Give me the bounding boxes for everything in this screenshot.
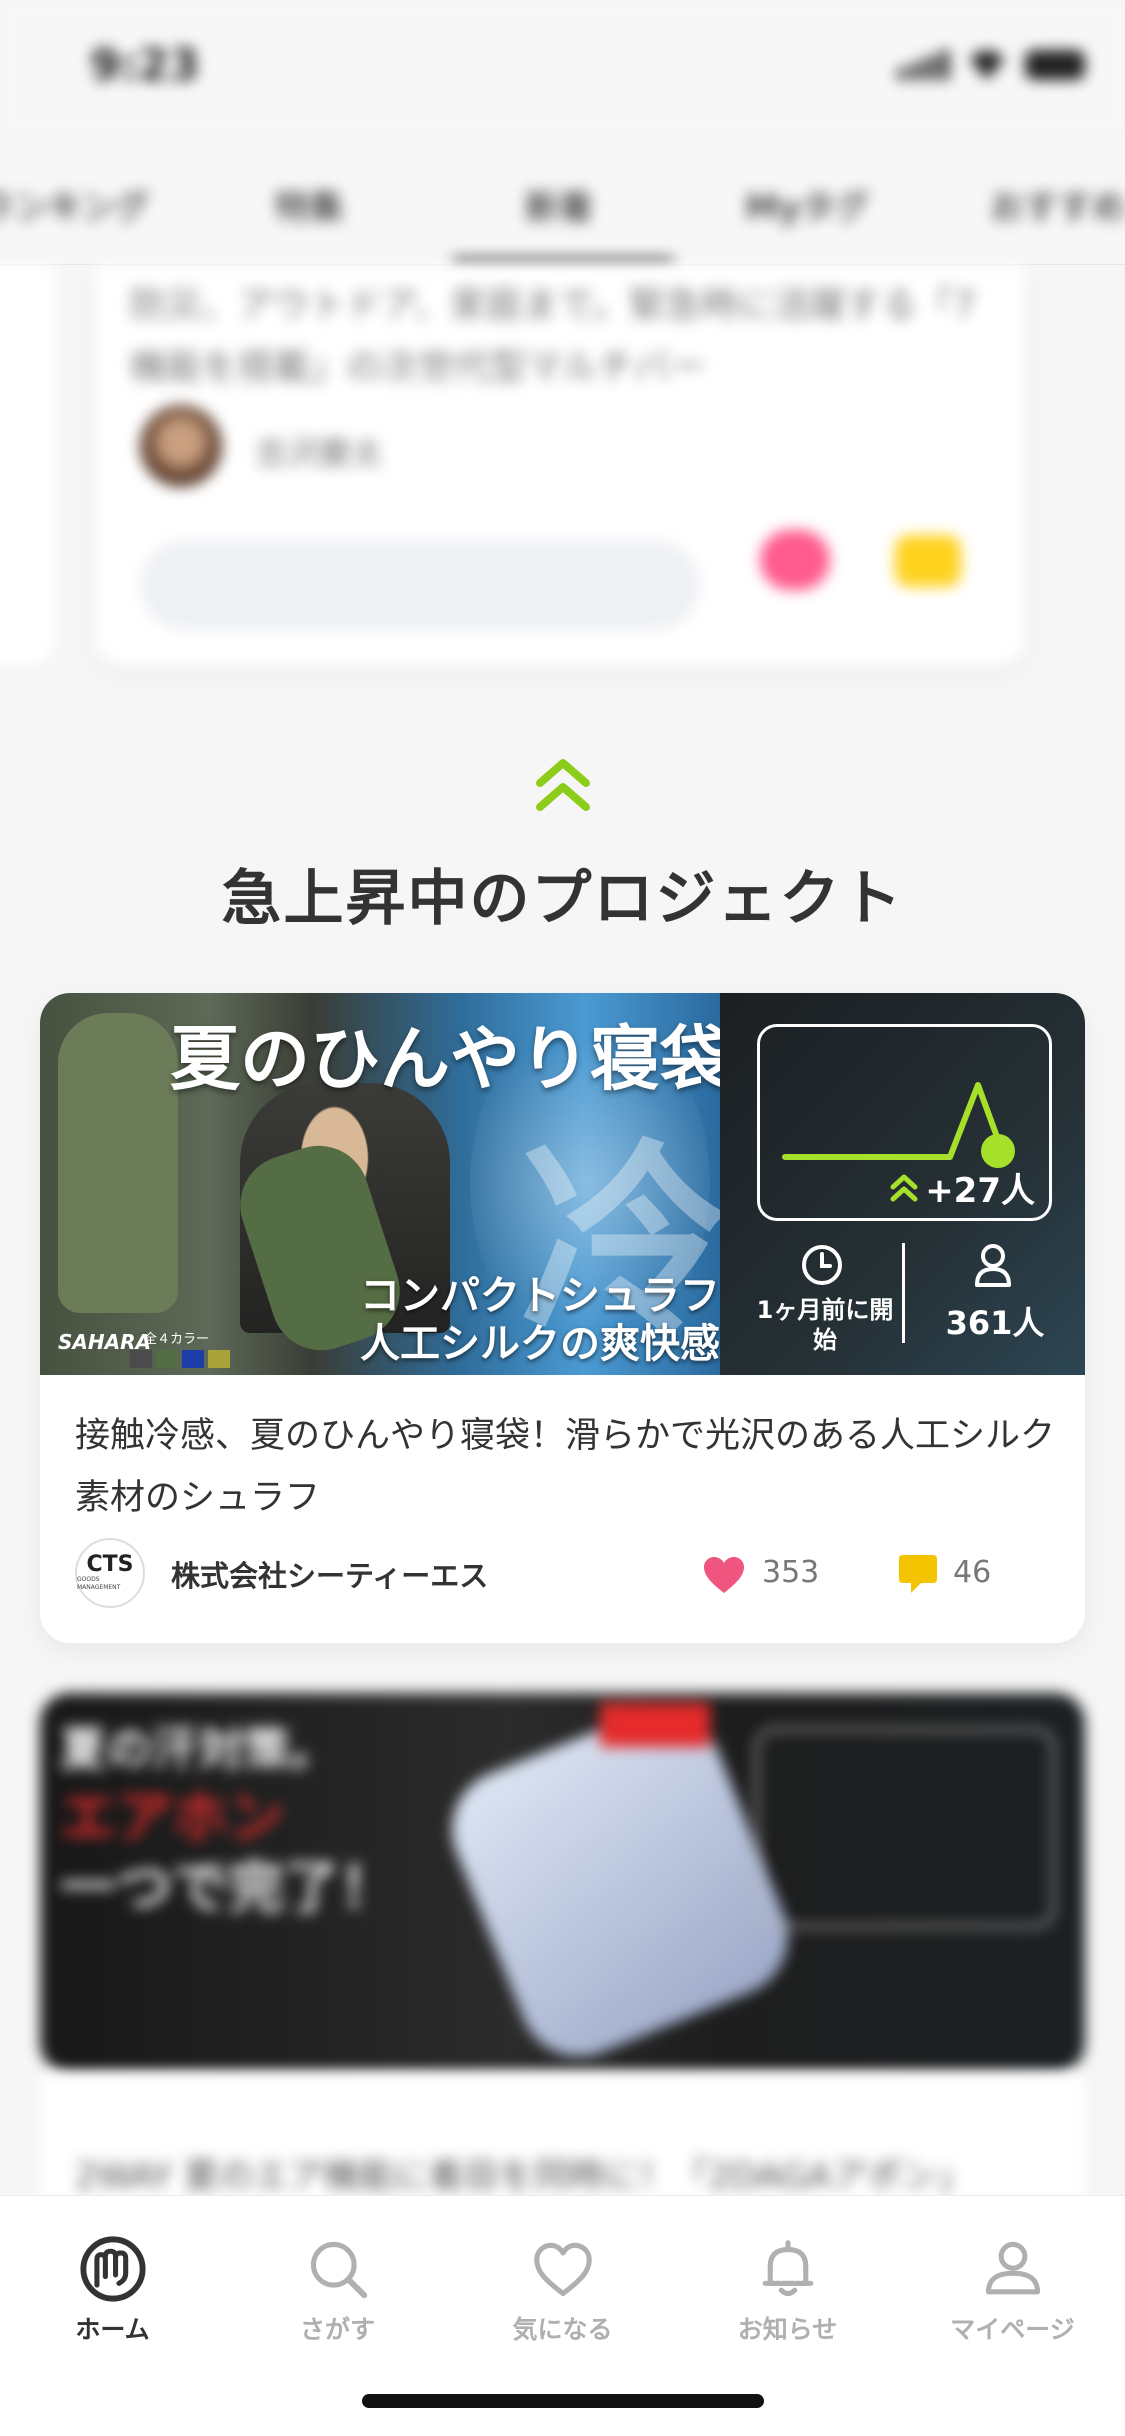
double-chevron-up-icon (536, 759, 590, 811)
tab-mytag[interactable]: Myタグ (745, 180, 869, 229)
user-icon (975, 1244, 1011, 1287)
side-card-left[interactable] (0, 265, 55, 665)
second-image-badge (600, 1703, 710, 1747)
second-trend-graph (755, 1728, 1055, 1928)
project-card[interactable]: 冷 夏のひんやり寝袋 コンパクトシュラフ 人工シルクの爽快感！ SAHARA 全… (40, 993, 1085, 1643)
image-colors-label: 全４カラー (144, 1332, 210, 1347)
search-icon (310, 2241, 367, 2299)
company-logo-sub: GOODS MANAGEMENT (77, 1576, 121, 1591)
nav-label: ホーム (75, 2315, 150, 2344)
nav-label: 気になる (512, 2315, 613, 2344)
company-logo-text: CTS (86, 1552, 134, 1577)
top-card-description: 防災、アウトドア、家庭まで。緊急時に活躍する「7機能を搭載」の次世代型マルチバー (130, 285, 976, 388)
top-project-card[interactable]: 防災、アウトドア、家庭まで。緊急時に活躍する「7機能を搭載」の次世代型マルチバー… (95, 265, 1025, 665)
wifi-icon (967, 50, 1007, 80)
tab-ranking[interactable]: ランキング (0, 180, 149, 229)
gain-label: +27人 (889, 1163, 1035, 1212)
top-card-author: 吉沢慶太 (255, 434, 384, 472)
tab-recommended[interactable]: おすすめ (990, 180, 1125, 229)
gain-value: +27人 (925, 1171, 1035, 1211)
tab-feature[interactable]: 特集 (275, 180, 343, 229)
tab-new[interactable]: 新着 (525, 180, 593, 229)
stats-panel: +27人 1ヶ月前に開始 361人 (720, 993, 1085, 1375)
user-icon (985, 2241, 1040, 2295)
clock-icon (802, 1245, 842, 1285)
top-card-stats-pill (140, 540, 700, 630)
swatch (156, 1350, 178, 1368)
heart-icon (533, 2242, 592, 2297)
nav-favorites[interactable]: 気になる (450, 2196, 675, 2346)
second-card-lower[interactable]: 2WAY 夏のエア機能に着目を同時に！「2DAGAアポン」 (40, 2073, 1085, 2203)
second-image-text-2: エアホン (60, 1786, 284, 1851)
second-card-description: 2WAY 夏のエア機能に着目を同時に！「2DAGAアポン」 (75, 2157, 972, 2197)
status-bar: 9:23 (0, 0, 1125, 135)
home-logo-icon (79, 2236, 146, 2302)
nav-home[interactable]: ホーム (0, 2196, 225, 2346)
status-icons (898, 50, 1085, 80)
home-indicator[interactable] (362, 2394, 764, 2408)
supporters-count: 361人 (945, 1304, 1045, 1342)
product-photo (434, 1693, 806, 2073)
comment-icon[interactable] (897, 1553, 939, 1595)
category-tabs: ランキング 特集 新着 Myタグ おすすめ (0, 135, 1125, 265)
started-label: 1ヶ月前に開始 (756, 1296, 894, 1354)
stat-divider (902, 1243, 905, 1343)
project-description[interactable]: 接触冷感、夏のひんやり寝袋！滑らかで光沢のある人工シルク素材のシュラフ (75, 1405, 1055, 1529)
nav-label: お知らせ (737, 2315, 838, 2344)
comment-count: 46 (953, 1555, 992, 1590)
nav-search[interactable]: さがす (225, 2196, 450, 2346)
swatch (182, 1350, 204, 1368)
active-tab-underline (452, 257, 674, 265)
project-image[interactable]: 冷 夏のひんやり寝袋 コンパクトシュラフ 人工シルクの爽快感！ SAHARA 全… (40, 993, 720, 1375)
company-logo[interactable]: CTS GOODS MANAGEMENT (75, 1538, 145, 1608)
nav-notifications[interactable]: お知らせ (675, 2196, 900, 2346)
swatch (130, 1350, 152, 1368)
sleeping-bag-photo (58, 1013, 178, 1313)
second-image-text-3: 一つで完了！ (60, 1856, 396, 1921)
second-image-text-1: 夏の汗対策。 (60, 1722, 336, 1776)
trend-graph: +27人 (757, 1024, 1052, 1221)
image-title: 夏のひんやり寝袋 (170, 1017, 720, 1100)
heart-icon[interactable] (760, 530, 830, 590)
section-title: 急上昇中のプロジェクト (221, 864, 904, 934)
company-name[interactable]: 株式会社シーティーエス (171, 1553, 488, 1595)
like-count: 353 (762, 1555, 820, 1590)
comment-icon[interactable] (895, 535, 961, 587)
image-subtitle-2: 人工シルクの爽快感！ (360, 1320, 720, 1367)
nav-label: さがす (299, 2315, 375, 2344)
signal-icon (898, 50, 949, 80)
status-time: 9:23 (90, 40, 200, 91)
double-chevron-up-icon (890, 1174, 918, 1201)
color-swatches (130, 1350, 230, 1368)
avatar (140, 405, 222, 487)
battery-icon (1025, 50, 1085, 80)
nav-label: マイページ (950, 2315, 1075, 2344)
swatch (208, 1350, 230, 1368)
bell-icon (762, 2240, 813, 2297)
heart-icon[interactable] (702, 1555, 746, 1595)
nav-mypage[interactable]: マイページ (900, 2196, 1125, 2346)
